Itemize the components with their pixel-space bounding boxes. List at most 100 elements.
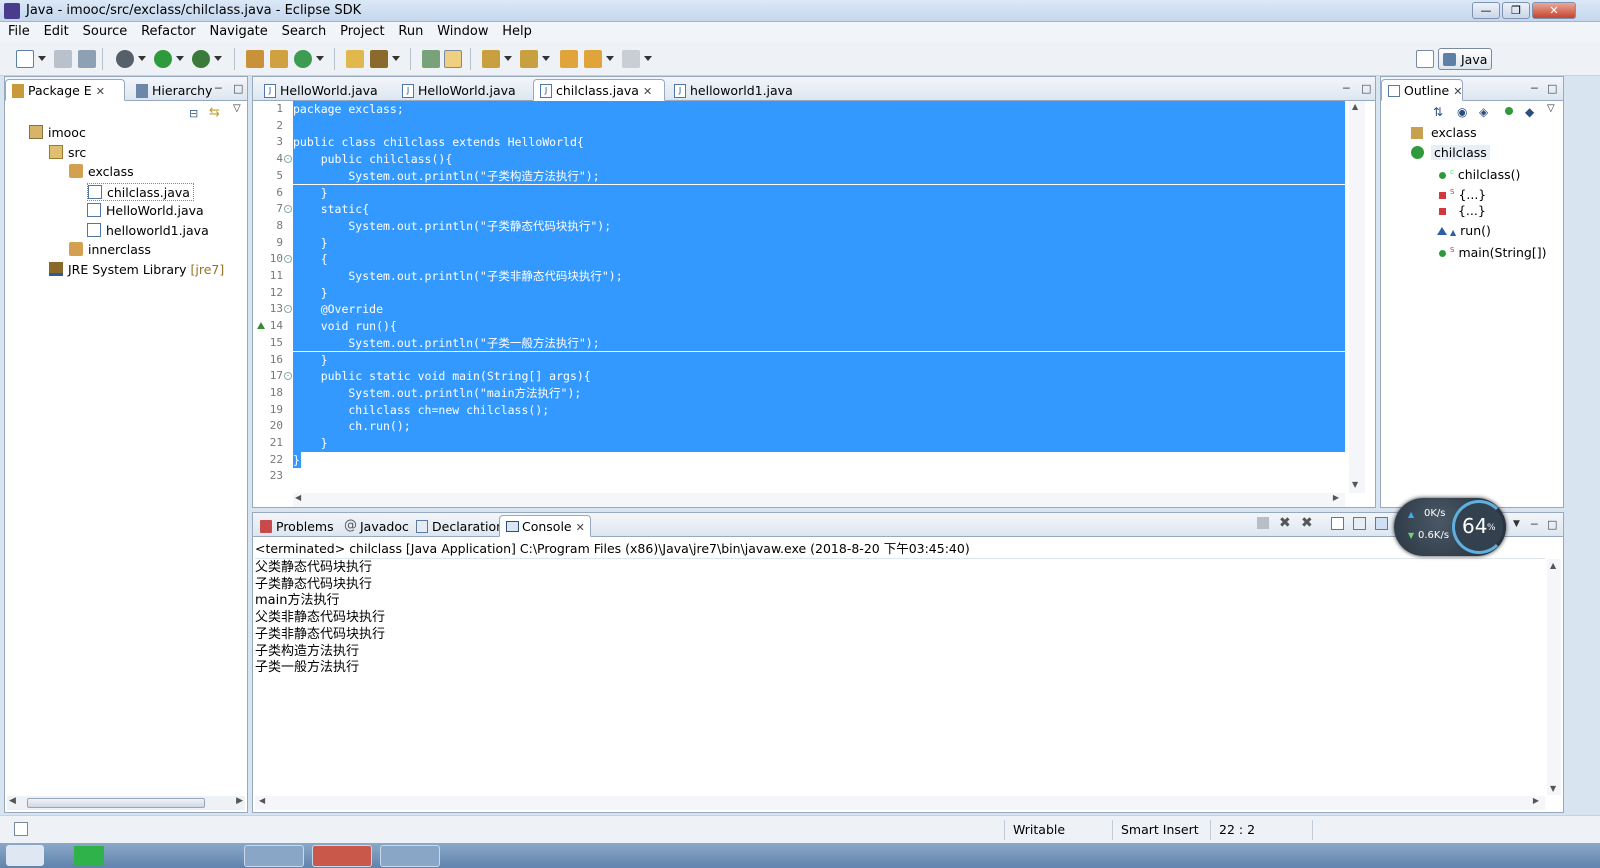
scroll-up-icon[interactable]: ▲ bbox=[1352, 102, 1358, 111]
code-line[interactable]: 20 ch.run(); bbox=[255, 418, 1345, 435]
outline-item-exclass[interactable]: exclass bbox=[1411, 124, 1477, 142]
scroll-right-icon[interactable]: ▶ bbox=[1533, 796, 1539, 805]
tab-console[interactable]: Console ✕ bbox=[499, 515, 591, 537]
hide-fields-icon[interactable]: ◉ bbox=[1457, 105, 1467, 119]
horizontal-scrollbar[interactable]: ◀ ▶ bbox=[293, 493, 1345, 507]
code-line[interactable]: 23 bbox=[255, 468, 1345, 485]
back-arrow-icon[interactable] bbox=[584, 50, 602, 68]
code-line[interactable]: 19 chilclass ch=new chilclass(); bbox=[255, 401, 1345, 419]
scroll-down-icon[interactable]: ▼ bbox=[1352, 480, 1358, 489]
code-line[interactable]: 18 System.out.println("main方法执行"); bbox=[255, 384, 1345, 402]
tab-chilclass-java[interactable]: Jchilclass.java ✕ bbox=[533, 79, 665, 101]
code-line[interactable]: 12 } bbox=[255, 284, 1345, 302]
chevron-down-icon[interactable]: ▼ bbox=[1513, 519, 1520, 529]
code-area[interactable]: 1 package exclass; 2 3 public class chilclas… bbox=[255, 101, 1345, 493]
tab-problems[interactable]: Problems bbox=[253, 515, 341, 537]
tree-item-jre-library[interactable]: JRE System Library [jre7] bbox=[49, 261, 224, 279]
menu-refactor[interactable]: Refactor bbox=[136, 22, 201, 41]
menu-window[interactable]: Window bbox=[432, 22, 493, 41]
code-line[interactable]: 4- public chilclass(){ bbox=[255, 151, 1345, 168]
maximize-view-icon[interactable]: □ bbox=[1361, 82, 1371, 95]
chevron-down-icon[interactable] bbox=[542, 56, 550, 61]
chevron-down-icon[interactable] bbox=[214, 56, 222, 61]
code-line[interactable]: 7- static{ bbox=[255, 201, 1345, 218]
open-perspective-icon[interactable] bbox=[1416, 50, 1434, 68]
menu-file[interactable]: File bbox=[3, 22, 35, 41]
fast-view-icon[interactable] bbox=[14, 822, 28, 836]
last-edit-icon[interactable] bbox=[560, 50, 578, 68]
horizontal-scrollbar[interactable]: ◀ ▶ bbox=[255, 796, 1545, 810]
outline-item-constructor[interactable]: c chilclass() bbox=[1439, 163, 1520, 182]
new-icon[interactable] bbox=[16, 50, 34, 68]
outline-item-static-init[interactable]: S {...} bbox=[1439, 183, 1486, 202]
scroll-left-icon[interactable]: ◀ bbox=[9, 796, 16, 806]
next-annotation-icon[interactable] bbox=[482, 50, 500, 68]
code-line[interactable]: 11 System.out.println("子类非静态代码块执行"); bbox=[255, 268, 1345, 285]
tree-item-src[interactable]: src bbox=[49, 144, 86, 162]
code-line[interactable]: 15 System.out.println("子类一般方法执行"); bbox=[255, 334, 1345, 352]
print-icon[interactable] bbox=[78, 50, 96, 68]
open-type-icon[interactable] bbox=[346, 50, 364, 68]
java-perspective-button[interactable]: Java bbox=[1438, 48, 1492, 70]
taskbar-app-icon[interactable] bbox=[244, 845, 304, 867]
taskbar-app-icon[interactable] bbox=[312, 845, 372, 867]
debug-icon[interactable] bbox=[116, 50, 134, 68]
outline-item-init[interactable]: {...} bbox=[1439, 202, 1486, 220]
chevron-down-icon[interactable] bbox=[504, 56, 512, 61]
chevron-down-icon[interactable] bbox=[138, 56, 146, 61]
maximize-view-icon[interactable]: □ bbox=[1547, 518, 1557, 531]
minimize-button[interactable]: — bbox=[1472, 2, 1500, 19]
close-icon[interactable]: ✕ bbox=[1453, 85, 1462, 98]
code-line[interactable]: 6 } bbox=[255, 184, 1345, 202]
menu-navigate[interactable]: Navigate bbox=[204, 22, 272, 41]
scroll-up-icon[interactable]: ▲ bbox=[1550, 561, 1556, 570]
vertical-scrollbar[interactable]: ▲ ▼ bbox=[1349, 101, 1365, 493]
code-line[interactable]: 9 } bbox=[255, 234, 1345, 252]
tree-item-helloworld-java[interactable]: HelloWorld.java bbox=[87, 202, 204, 220]
external-tools-icon[interactable] bbox=[192, 50, 210, 68]
chevron-down-icon[interactable] bbox=[316, 56, 324, 61]
minimize-view-icon[interactable]: ─ bbox=[1531, 82, 1538, 95]
menu-project[interactable]: Project bbox=[335, 22, 389, 41]
code-line[interactable]: 5 System.out.println("子类构造方法执行"); bbox=[255, 167, 1345, 185]
fold-toggle-icon[interactable]: - bbox=[284, 372, 292, 381]
close-button[interactable]: ✕ bbox=[1532, 2, 1576, 19]
tab-outline[interactable]: Outline ✕ bbox=[1381, 79, 1463, 101]
new-class-icon[interactable] bbox=[294, 50, 312, 68]
run-icon[interactable] bbox=[154, 50, 172, 68]
tab-helloworld-java-1[interactable]: J HelloWorld.java bbox=[257, 79, 385, 101]
menu-help[interactable]: Help bbox=[497, 22, 537, 41]
minimize-view-icon[interactable]: ─ bbox=[215, 82, 222, 95]
menu-edit[interactable]: Edit bbox=[39, 22, 74, 41]
fold-toggle-icon[interactable]: - bbox=[284, 205, 292, 214]
code-line[interactable]: 8 System.out.println("子类静态代码块执行"); bbox=[255, 217, 1345, 235]
tab-hierarchy[interactable]: Hierarchy bbox=[129, 79, 219, 101]
tree-item-chilclass-java[interactable]: chilclass.java bbox=[87, 183, 194, 201]
tree-item-imooc[interactable]: imooc bbox=[29, 124, 86, 142]
horizontal-scrollbar[interactable]: ◀ ▶ bbox=[7, 796, 245, 810]
scroll-right-icon[interactable]: ▶ bbox=[1333, 493, 1339, 502]
chevron-down-icon[interactable] bbox=[38, 56, 46, 61]
scroll-right-icon[interactable]: ▶ bbox=[236, 796, 243, 806]
search-icon[interactable] bbox=[370, 50, 388, 68]
tab-helloworld-java-2[interactable]: J HelloWorld.java bbox=[395, 79, 523, 101]
code-line[interactable]: 13- @Override bbox=[255, 301, 1345, 319]
view-menu-icon[interactable]: ▽ bbox=[1547, 103, 1555, 114]
chevron-down-icon[interactable] bbox=[392, 56, 400, 61]
remove-launch-icon[interactable]: ✖ bbox=[1279, 515, 1291, 531]
start-button[interactable] bbox=[6, 845, 44, 866]
close-icon[interactable]: ✕ bbox=[576, 521, 585, 534]
network-monitor-widget[interactable]: ▲ 0K/s ▼ 0.6K/s 64 % bbox=[1394, 498, 1506, 556]
new-package-icon[interactable] bbox=[270, 50, 288, 68]
fold-toggle-icon[interactable]: - bbox=[284, 255, 292, 264]
outline-item-run[interactable]: ▲ run() bbox=[1437, 222, 1491, 240]
menu-run[interactable]: Run bbox=[393, 22, 428, 41]
maximize-view-icon[interactable]: □ bbox=[233, 82, 243, 95]
tree-item-helloworld1-java[interactable]: helloworld1.java bbox=[87, 222, 209, 240]
code-line[interactable]: 3 public class chilclass extends HelloWor… bbox=[255, 134, 1345, 152]
toggle-mark-icon[interactable] bbox=[422, 50, 440, 68]
taskbar-app-icon[interactable] bbox=[380, 845, 440, 867]
link-with-editor-icon[interactable]: ⇆ bbox=[209, 105, 220, 120]
previous-annotation-icon[interactable] bbox=[520, 50, 538, 68]
minimize-view-icon[interactable]: ─ bbox=[1343, 82, 1350, 95]
